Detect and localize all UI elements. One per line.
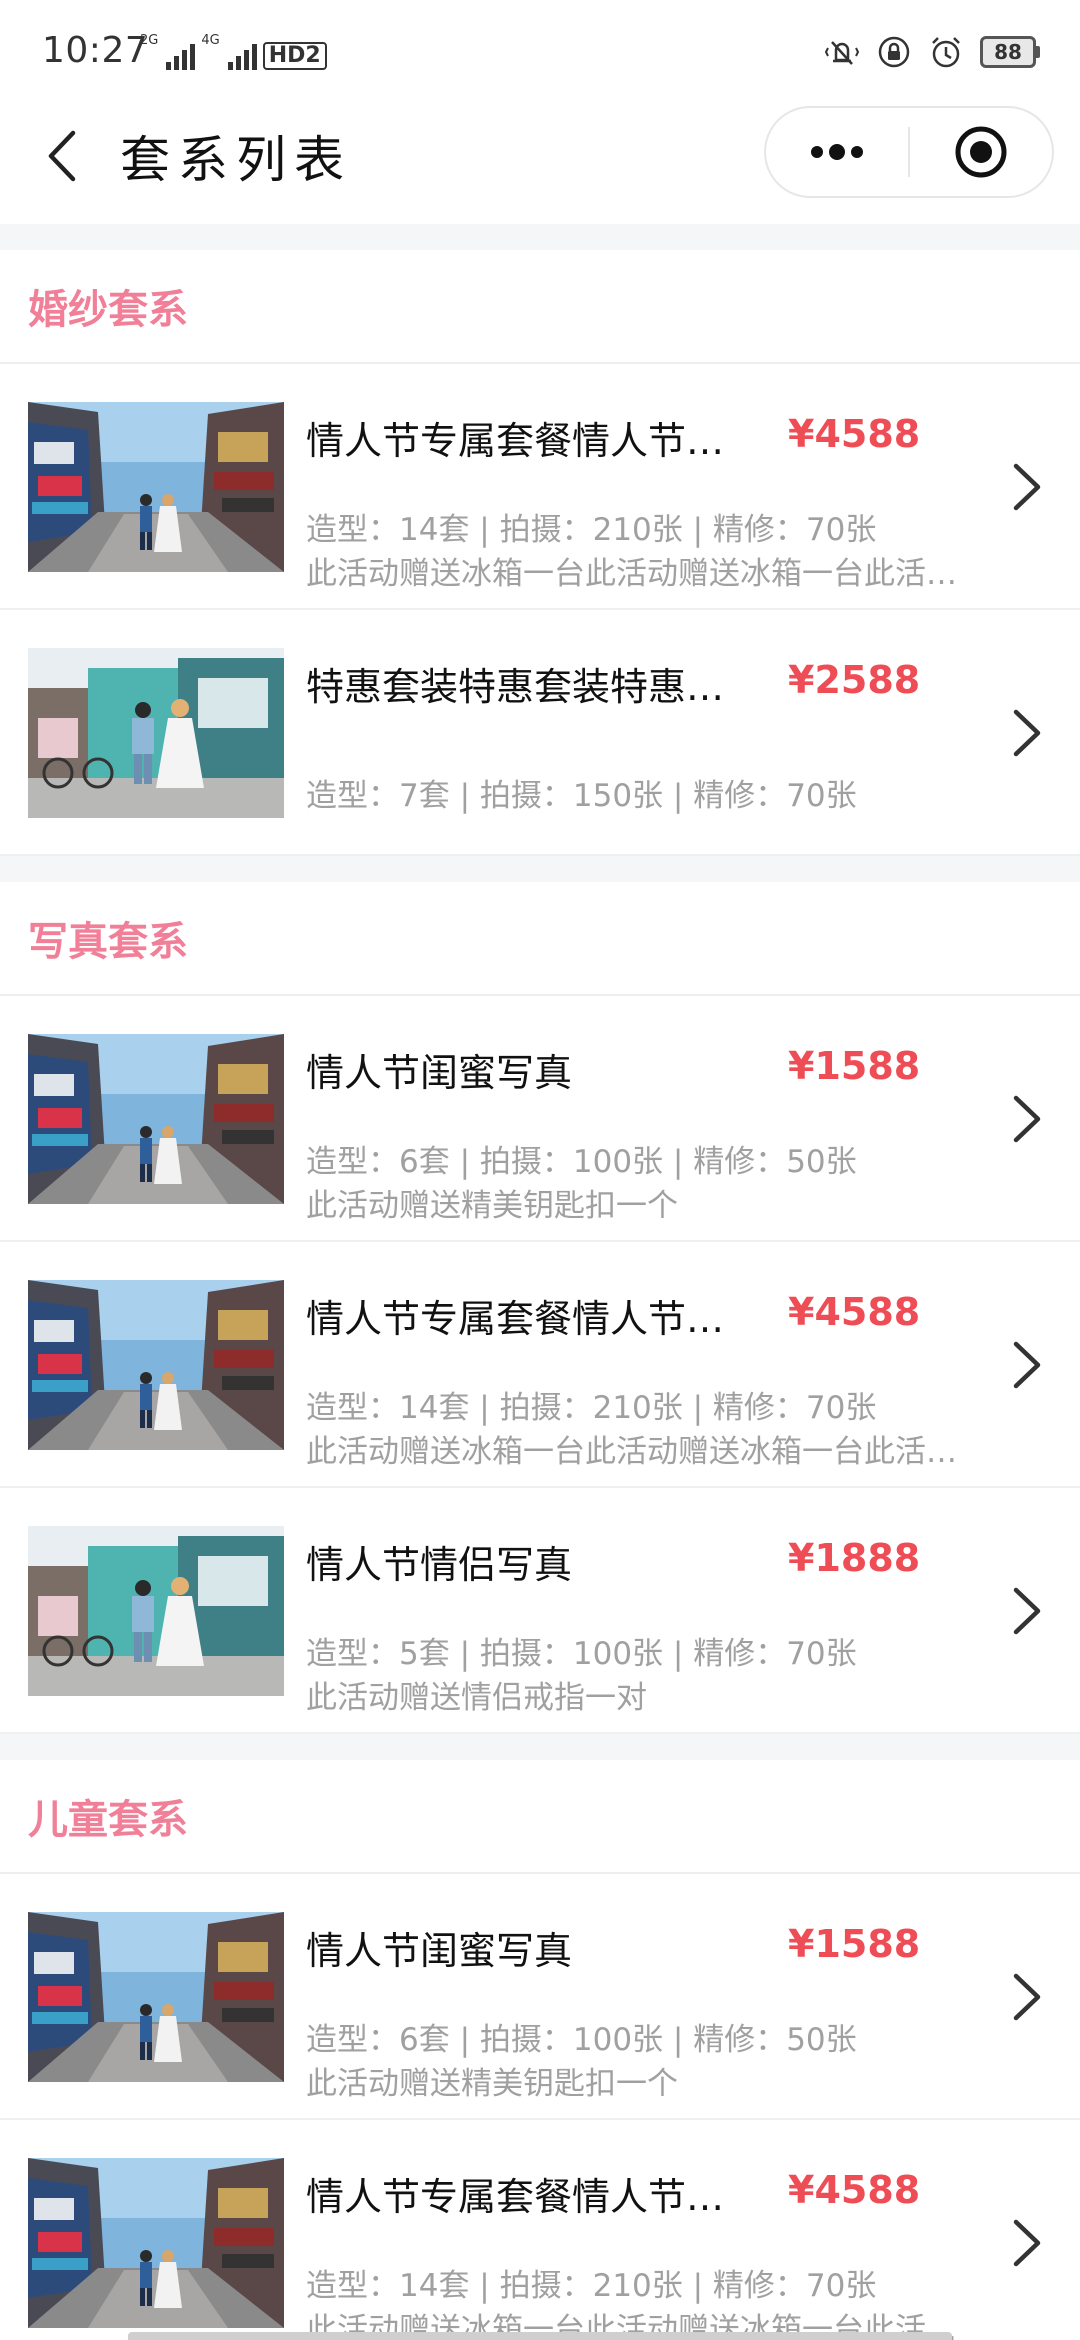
sim2-network-label: 4G	[201, 33, 220, 48]
package-price: ¥4588	[788, 412, 921, 456]
package-name: 情人节闺蜜写真	[306, 1929, 573, 1973]
chevron-right-icon	[1013, 1587, 1041, 1635]
package-item[interactable]: 特惠套装特惠套装特惠套装 ¥2588 造型：7套 | 拍摄：150张 | 精修：…	[0, 610, 1080, 856]
package-spec: 造型：6套 | 拍摄：100张 | 精修：50张	[306, 2022, 857, 2058]
section-title: 婚纱套系	[0, 250, 1080, 364]
package-thumbnail	[28, 402, 284, 572]
hd-voice-badge: HD2	[262, 42, 327, 70]
package-name: 情人节专属套餐情人节专属套餐	[306, 2175, 736, 2219]
section-title: 写真套系	[0, 882, 1080, 996]
more-dots-icon	[811, 144, 863, 160]
package-name: 情人节闺蜜写真	[306, 1051, 573, 1095]
chevron-right-icon	[1013, 2219, 1041, 2267]
battery-icon: 88	[980, 36, 1040, 68]
package-spec: 造型：14套 | 拍摄：210张 | 精修：70张	[306, 512, 877, 548]
package-gift-desc: 此活动赠送冰箱一台此活动赠送冰箱一台此活动赠送冰箱一台	[306, 1434, 966, 1470]
back-button[interactable]	[40, 126, 84, 186]
chevron-right-icon	[1013, 709, 1041, 757]
package-gift-desc: 此活动赠送精美钥匙扣一个	[306, 2066, 678, 2102]
more-button[interactable]	[766, 108, 908, 196]
package-spec: 造型：7套 | 拍摄：150张 | 精修：70张	[306, 778, 857, 814]
section-gap	[0, 1734, 1080, 1760]
package-spec: 造型：14套 | 拍摄：210张 | 精修：70张	[306, 2268, 877, 2304]
section-title: 儿童套系	[0, 1760, 1080, 1874]
package-thumbnail	[28, 2158, 284, 2328]
home-indicator	[128, 2332, 952, 2340]
signal-icon	[166, 42, 196, 70]
close-button[interactable]	[910, 108, 1052, 196]
chevron-left-icon	[48, 130, 76, 182]
package-name: 情人节情侣写真	[306, 1543, 573, 1587]
package-gift-desc: 此活动赠送精美钥匙扣一个	[306, 1188, 678, 1224]
package-item[interactable]: 情人节专属套餐情人节专属套餐 ¥4588 造型：14套 | 拍摄：210张 | …	[0, 2120, 1080, 2340]
package-price: ¥4588	[788, 2168, 921, 2212]
chevron-right-icon	[1013, 463, 1041, 511]
package-item[interactable]: 情人节专属套餐情人节专属套餐 ¥4588 造型：14套 | 拍摄：210张 | …	[0, 1242, 1080, 1488]
package-gift-desc: 此活动赠送冰箱一台此活动赠送冰箱一台此活动赠送冰箱一台	[306, 556, 966, 592]
package-item[interactable]: 情人节专属套餐情人节专属套餐 ¥4588 造型：14套 | 拍摄：210张 | …	[0, 364, 1080, 610]
alarm-icon	[932, 37, 960, 68]
signal-icon	[227, 42, 257, 70]
package-item[interactable]: 情人节闺蜜写真 ¥1588 造型：6套 | 拍摄：100张 | 精修：50张 此…	[0, 1874, 1080, 2120]
nav-bar: 套系列表	[0, 100, 1080, 224]
package-price: ¥1588	[788, 1922, 921, 1966]
package-thumbnail	[28, 1526, 284, 1696]
package-thumbnail	[28, 1280, 284, 1450]
package-name: 情人节专属套餐情人节专属套餐	[306, 1297, 736, 1341]
package-thumbnail	[28, 1034, 284, 1204]
chevron-right-icon	[1013, 1095, 1041, 1143]
target-circle-icon	[955, 126, 1007, 178]
section-gap	[0, 224, 1080, 250]
package-price: ¥1888	[788, 1536, 921, 1580]
signal-indicators: 2G 4G HD2	[140, 34, 327, 70]
sim1-network-label: 2G	[140, 33, 159, 48]
package-spec: 造型：14套 | 拍摄：210张 | 精修：70张	[306, 1390, 877, 1426]
page-title: 套系列表	[120, 131, 352, 189]
package-list: 婚纱套系 情人节专属套餐情人节专属套餐 ¥4588 造型：14套 | 拍摄：21…	[0, 224, 1080, 2340]
package-price: ¥1588	[788, 1044, 921, 1088]
rotation-lock-icon	[878, 36, 910, 68]
chevron-right-icon	[1013, 1973, 1041, 2021]
package-thumbnail	[28, 648, 284, 818]
package-name: 特惠套装特惠套装特惠套装	[306, 665, 736, 709]
package-thumbnail	[28, 1912, 284, 2082]
package-item[interactable]: 情人节情侣写真 ¥1888 造型：5套 | 拍摄：100张 | 精修：70张 此…	[0, 1488, 1080, 1734]
package-spec: 造型：5套 | 拍摄：100张 | 精修：70张	[306, 1636, 857, 1672]
package-item[interactable]: 情人节闺蜜写真 ¥1588 造型：6套 | 拍摄：100张 | 精修：50张 此…	[0, 996, 1080, 1242]
status-time: 10:27	[42, 30, 149, 71]
package-spec: 造型：6套 | 拍摄：100张 | 精修：50张	[306, 1144, 857, 1180]
status-icons: 88	[824, 32, 1040, 72]
package-price: ¥2588	[788, 658, 921, 702]
chevron-right-icon	[1013, 1341, 1041, 1389]
mute-vibrate-icon	[824, 41, 860, 65]
battery-level: 88	[980, 36, 1036, 68]
package-price: ¥4588	[788, 1290, 921, 1334]
package-gift-desc: 此活动赠送情侣戒指一对	[306, 1680, 647, 1716]
section-gap	[0, 856, 1080, 882]
mini-program-capsule	[764, 106, 1054, 198]
status-bar: 10:27 2G 4G HD2 88	[0, 0, 1080, 100]
package-name: 情人节专属套餐情人节专属套餐	[306, 419, 736, 463]
